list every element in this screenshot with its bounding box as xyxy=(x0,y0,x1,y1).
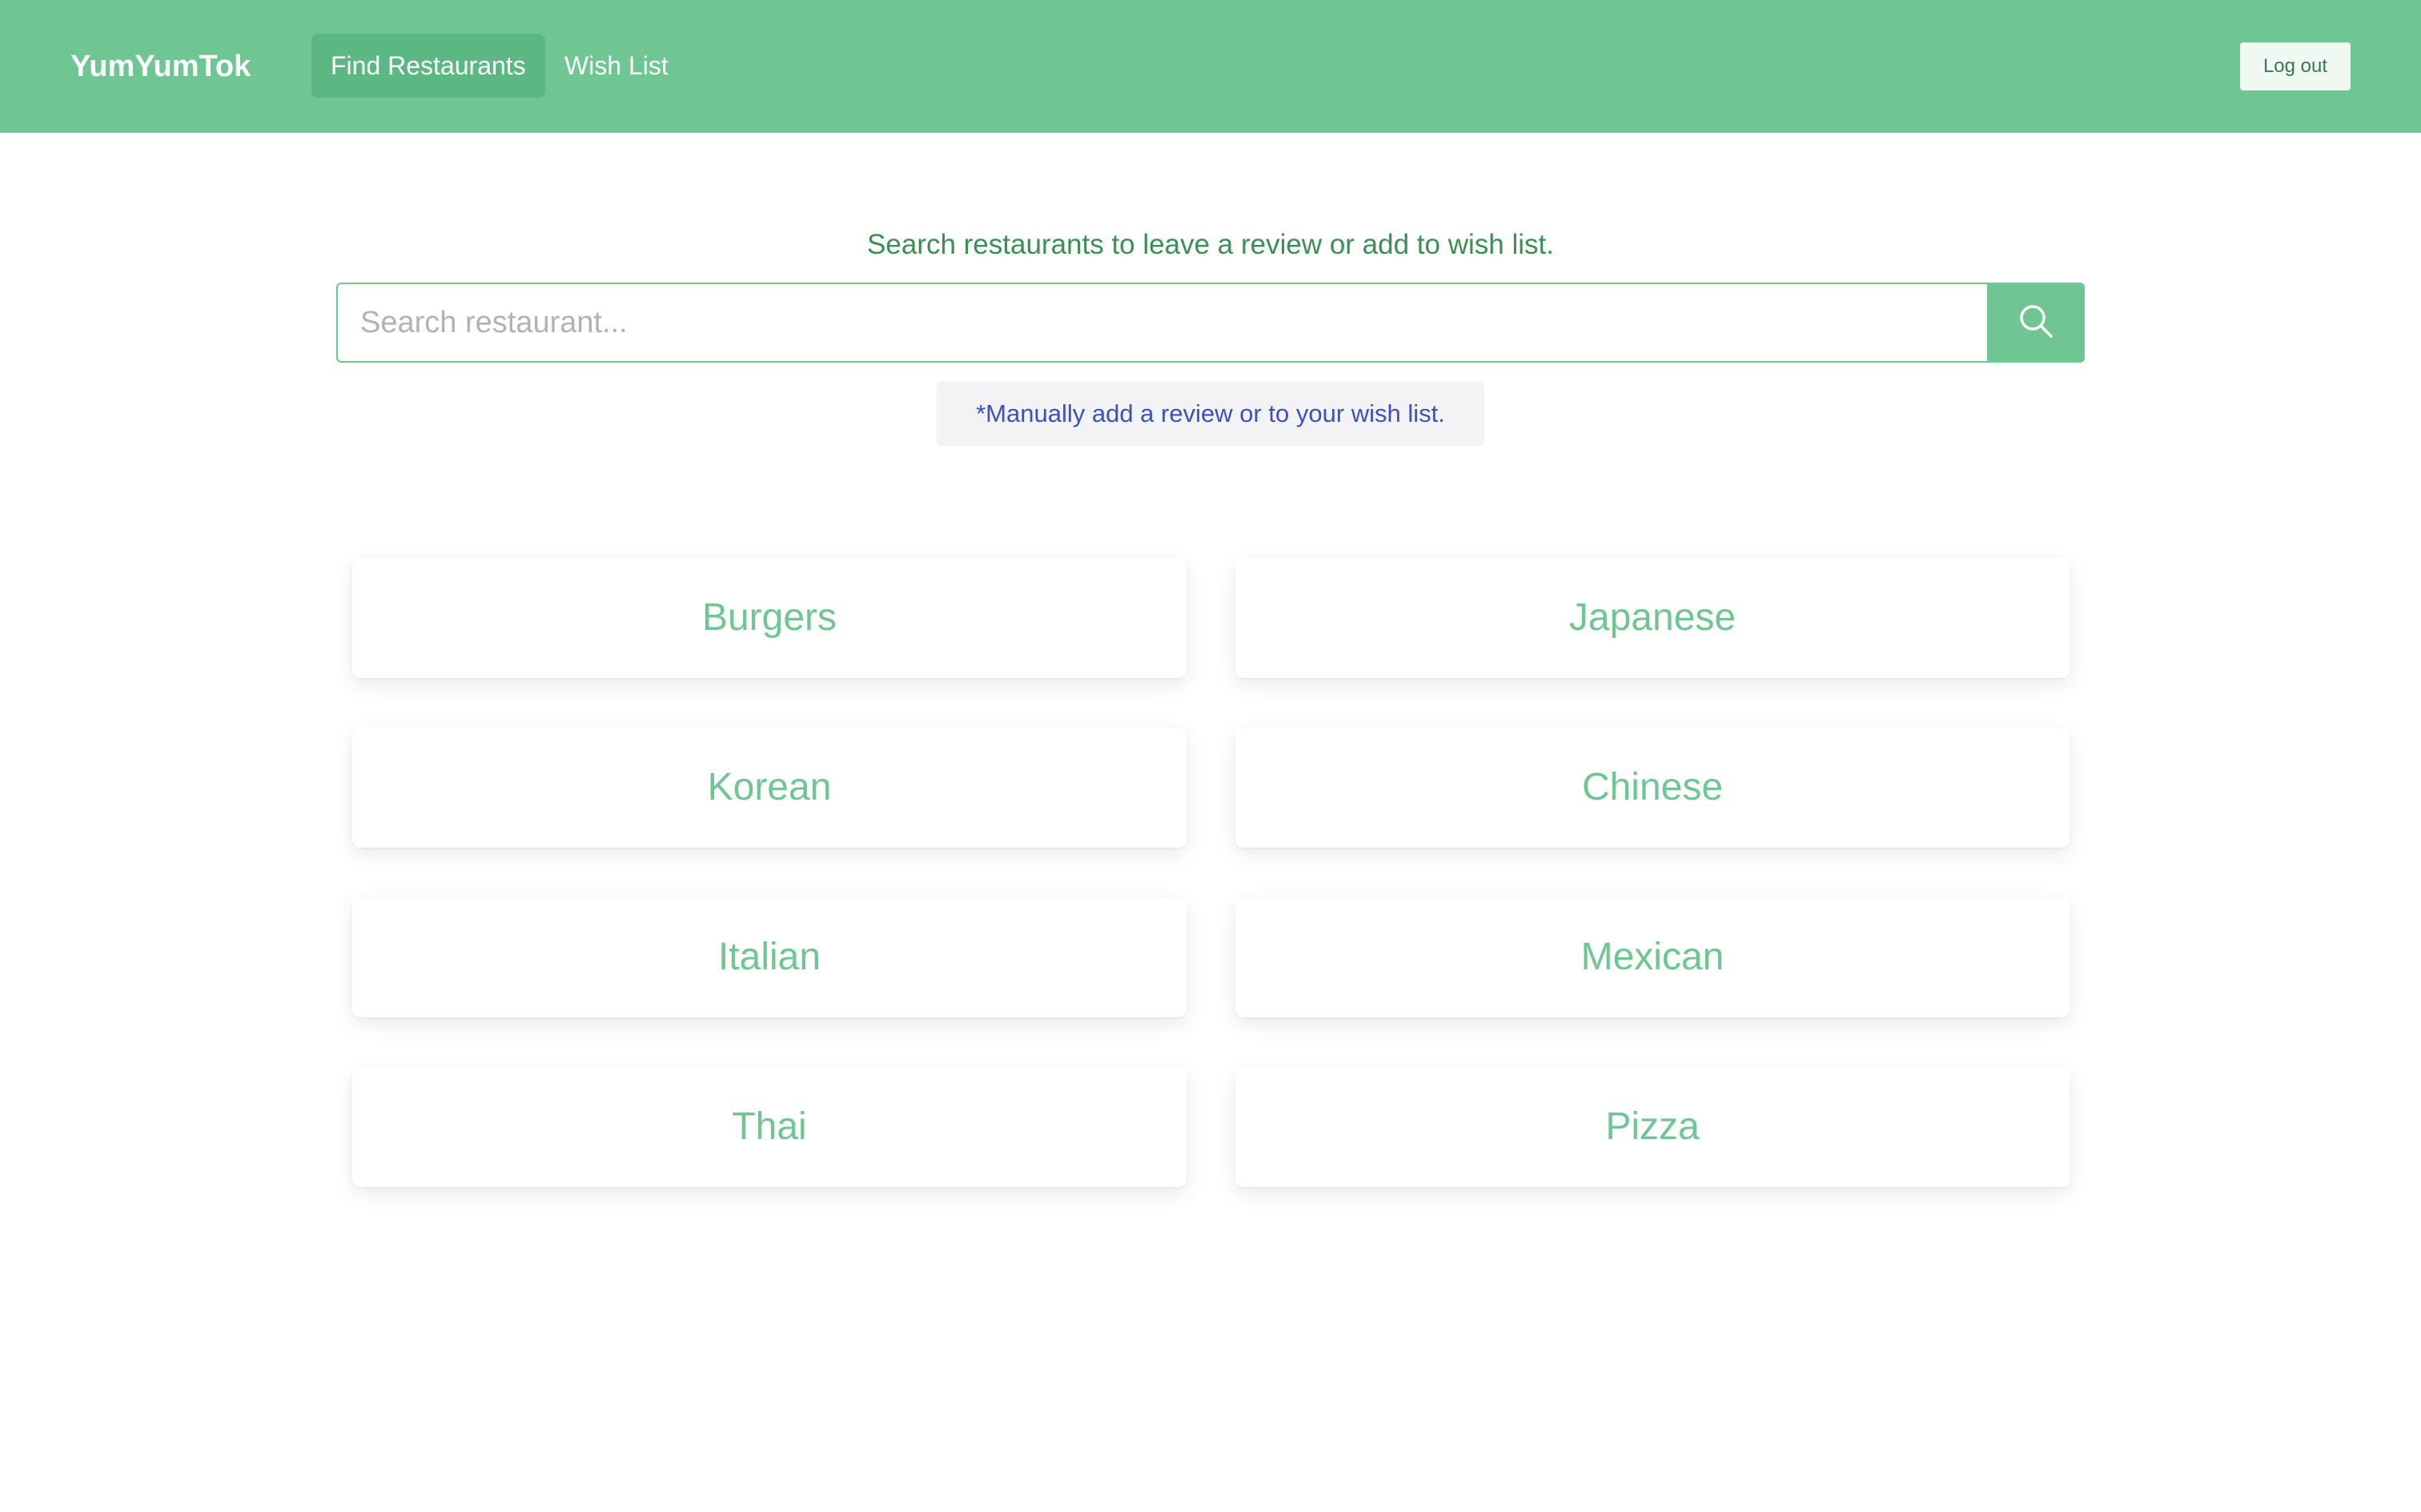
search-icon xyxy=(2017,302,2055,344)
search-input[interactable] xyxy=(336,283,1987,363)
category-card-thai[interactable]: Thai xyxy=(352,1067,1186,1187)
manual-add-link[interactable]: *Manually add a review or to your wish l… xyxy=(937,382,1484,446)
category-card-chinese[interactable]: Chinese xyxy=(1235,728,2070,848)
brand-logo[interactable]: YumYumTok xyxy=(70,46,251,86)
nav-find-restaurants[interactable]: Find Restaurants xyxy=(311,34,545,98)
category-card-italian[interactable]: Italian xyxy=(352,897,1186,1017)
category-card-korean[interactable]: Korean xyxy=(352,728,1186,848)
category-card-pizza[interactable]: Pizza xyxy=(1235,1067,2070,1187)
category-card-japanese[interactable]: Japanese xyxy=(1235,558,2070,678)
top-navbar: YumYumTok Find Restaurants Wish List Log… xyxy=(0,0,2421,133)
category-card-mexican[interactable]: Mexican xyxy=(1235,897,2070,1017)
nav-wish-list[interactable]: Wish List xyxy=(545,34,688,98)
search-button[interactable] xyxy=(1987,283,2085,363)
category-card-burgers[interactable]: Burgers xyxy=(352,558,1186,678)
logout-button[interactable]: Log out xyxy=(2240,42,2351,90)
search-heading: Search restaurants to leave a review or … xyxy=(867,229,1554,260)
